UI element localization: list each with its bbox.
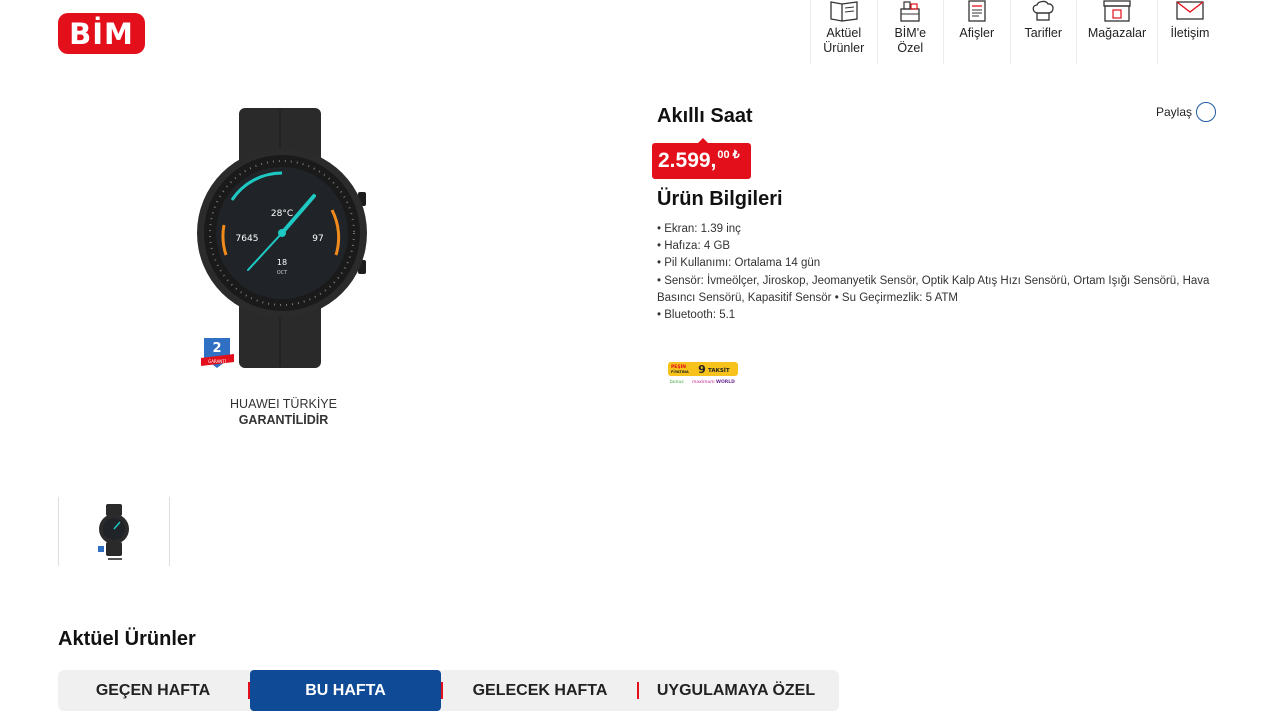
badge-text: GARANTİ [208,359,226,364]
nav-label: Aktüel Ürünler [823,26,865,55]
tab-bu-hafta[interactable]: BU HAFTA [250,670,441,711]
spec-item: • Hafıza: 4 GB [657,240,731,253]
currency-symbol: ₺ [732,149,740,161]
spec-item: • Pil Kullanımı: Ortalama 14 gün [657,257,821,270]
watch-date-text: 18 [277,258,287,267]
installment-pesin: PEŞİN [671,363,686,370]
top-nav: Aktüel Ürünler BİM'e Özel Afişler Tarifl… [810,0,1222,64]
poster-icon [960,0,994,24]
nav-item-magazalar[interactable]: Mağazalar [1076,0,1157,64]
badge-number: 2 [212,341,221,356]
product-info-title: Ürün Bilgileri [657,188,783,210]
price-tag: 2.599, 00 ₺ [652,138,751,179]
product-specs: • Ekran: 1.39 inç • Hafıza: 4 GB • Pil K… [657,221,1217,324]
nav-label: Afişler [959,26,995,40]
product-image[interactable]: 28°C 7645 97 18 OCT 2 GARANTİ [186,100,381,440]
spec-item: • Sensör: İvmeölçer, Jiroskop, Jeomanyet… [657,274,1210,304]
spec-item: • Ekran: 1.39 inç [657,223,741,235]
nav-item-afisler[interactable]: Afişler [943,0,1010,64]
nav-item-tarifler[interactable]: Tarifler [1009,0,1077,64]
logo-text: BİM [69,16,134,51]
product-title: Akıllı Saat [657,105,753,127]
nav-item-aktuel-urunler[interactable]: Aktüel Ürünler [810,0,877,64]
nav-label: Mağazalar [1087,26,1147,40]
installment-badge: PEŞİN FİYATINA 9 TAKSİT bonus maximum WO… [668,362,738,386]
share-button[interactable]: Paylaş [1156,102,1217,122]
product-thumbnail[interactable] [58,497,170,566]
guarantee-text: HUAWEI TÜRKİYE GARANTİLİDİR [186,396,381,428]
card-maximum: maximum [692,379,715,385]
card-bonus: bonus [670,379,684,385]
watch-heart-text: 97 [312,234,323,244]
chef-hat-icon [1026,0,1060,24]
guarantee-line-2: GARANTİLİDİR [238,413,329,427]
products-icon [893,0,927,24]
tab-gelecek-hafta[interactable]: GELECEK HAFTA [443,670,637,711]
installment-count: 9 [698,363,706,376]
watch-month-text: OCT [277,270,288,276]
watch-thumbnail-icon [98,503,129,560]
share-label: Paylaş [1156,105,1193,119]
store-icon [1100,0,1134,24]
guarantee-line-1: HUAWEI TÜRKİYE [230,397,337,411]
week-tabs: GEÇEN HAFTA BU HAFTA GELECEK HAFTA UYGUL… [58,670,839,711]
tab-uygulamaya-ozel[interactable]: UYGULAMAYA ÖZEL [639,670,833,711]
nav-item-iletisim[interactable]: İletişim [1157,0,1222,64]
section-title: Aktüel Ürünler [58,628,196,650]
nav-item-bime-ozel[interactable]: BİM'e Özel [876,0,944,64]
envelope-icon [1173,0,1207,24]
nav-label: Tarifler [1024,26,1062,40]
card-world: WORLD [716,379,735,385]
price-decimals: 00 [717,149,730,161]
nav-label: İletişim [1170,26,1210,40]
share-icon [1196,102,1217,122]
installment-fiyatina: FİYATINA [671,369,689,374]
watch-steps-text: 7645 [236,234,259,244]
spec-item: • Bluetooth: 5.1 [657,309,736,322]
watch-temp-text: 28°C [271,209,293,219]
nav-label: BİM'e Özel [894,26,927,55]
installment-word: TAKSİT [708,367,730,374]
catalog-icon [827,0,861,24]
tab-gecen-hafta[interactable]: GEÇEN HAFTA [58,670,248,711]
price-main: 2.599, [658,149,717,172]
bim-logo[interactable]: BİM [58,13,145,54]
